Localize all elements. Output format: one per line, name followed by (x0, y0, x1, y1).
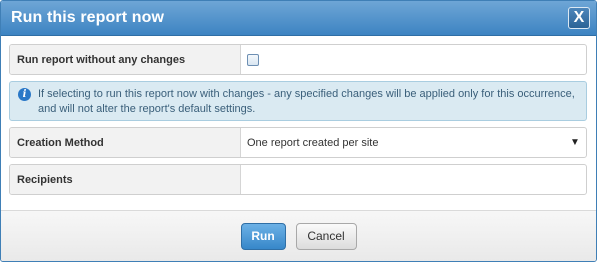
creation-method-row: Creation Method One report created per s… (9, 127, 587, 158)
run-without-changes-label: Run report without any changes (10, 45, 241, 74)
run-report-dialog: Run this report now X Run report without… (0, 0, 597, 262)
creation-method-selected-value: One report created per site (247, 136, 379, 149)
dialog-titlebar: Run this report now X (1, 1, 596, 36)
run-without-changes-value (241, 45, 586, 74)
cancel-button[interactable]: Cancel (295, 222, 357, 250)
run-without-changes-checkbox[interactable] (247, 53, 259, 66)
chevron-down-icon: ▼ (570, 137, 580, 148)
run-without-changes-row: Run report without any changes (9, 44, 587, 75)
dialog-footer: Run Cancel (1, 210, 596, 261)
run-button[interactable]: Run (240, 222, 286, 250)
close-icon: X (573, 9, 585, 26)
info-icon: i (18, 88, 31, 101)
creation-method-label: Creation Method (10, 128, 241, 157)
recipients-field[interactable] (241, 165, 586, 194)
recipients-row: Recipients (9, 164, 587, 195)
info-message-text: If selecting to run this report now with… (38, 88, 575, 115)
creation-method-select[interactable]: One report created per site ▼ (241, 128, 586, 157)
info-message-box: i If selecting to run this report now wi… (9, 81, 587, 121)
dialog-body: Run report without any changes i If sele… (1, 36, 596, 210)
recipients-label: Recipients (10, 165, 241, 194)
close-button[interactable]: X (568, 7, 590, 29)
dialog-title: Run this report now (11, 9, 165, 26)
